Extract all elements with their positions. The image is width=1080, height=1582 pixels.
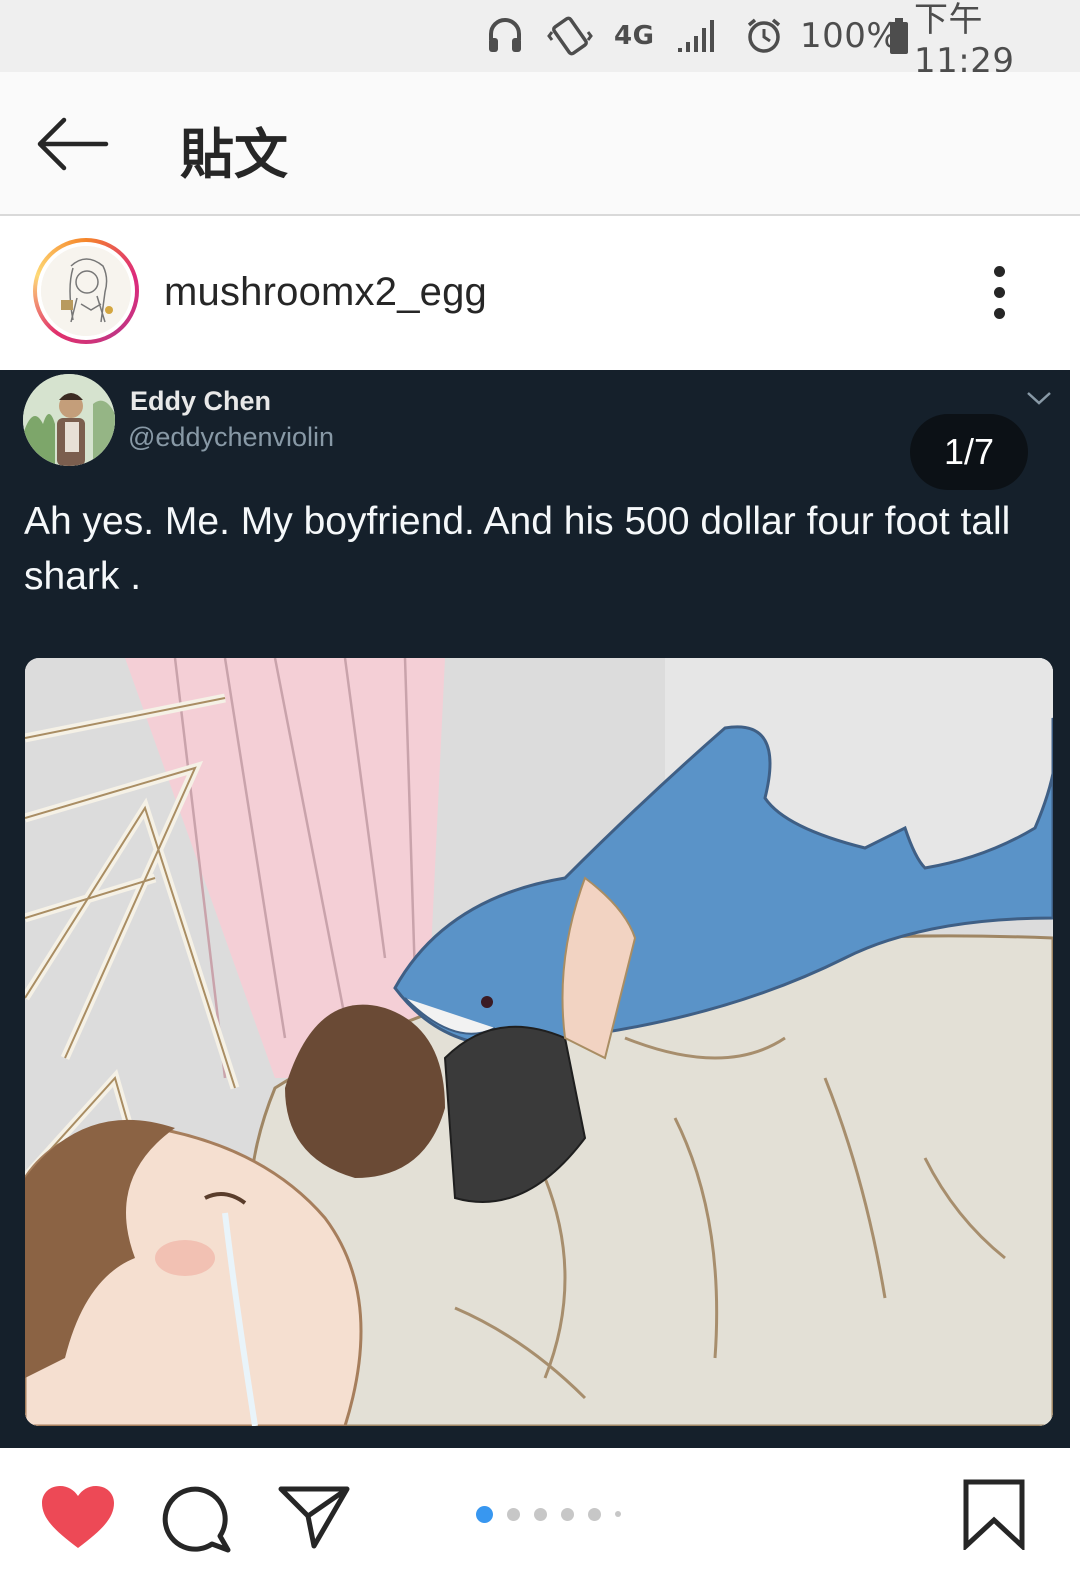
tweet-text: Ah yes. Me. My boyfriend. And his 500 do… (24, 500, 1011, 598)
bookmark-icon (963, 1479, 1025, 1552)
tweet-author-handle: @eddychenviolin (128, 422, 335, 452)
post-username[interactable]: mushroomx2_egg (164, 270, 487, 315)
post-image[interactable]: Eddy Chen @eddychenviolin 1/7 Ah yes. Me… (0, 370, 1070, 1448)
chevron-down-icon (1027, 392, 1051, 405)
tweet-avatar (23, 374, 115, 466)
comment-icon (162, 1486, 231, 1553)
arrow-left-icon (37, 117, 109, 171)
back-button[interactable] (34, 114, 110, 174)
carousel-dot (534, 1507, 547, 1521)
app-bar: 貼文 (0, 72, 1080, 216)
more-options-button[interactable] (988, 266, 1010, 320)
carousel-counter: 1/7 (910, 414, 1028, 490)
share-button[interactable] (278, 1484, 350, 1555)
tweet-author-name: Eddy Chen (130, 386, 272, 416)
tweet-illustration (25, 658, 1053, 1426)
comment-button[interactable] (162, 1484, 232, 1559)
more-vertical-icon (993, 266, 1005, 277)
status-bar: 4G 100% 下午11:29 (0, 0, 1080, 81)
alarm-icon (744, 14, 784, 58)
battery-icon (888, 14, 910, 58)
signal-icon (676, 14, 718, 58)
heart-filled-icon (42, 1486, 114, 1548)
save-button[interactable] (962, 1478, 1026, 1555)
carousel-dot (561, 1507, 574, 1521)
headset-icon (486, 14, 524, 58)
clock: 下午11:29 (914, 0, 1015, 81)
vibrate-icon (546, 14, 594, 58)
carousel-dot (476, 1505, 493, 1523)
page-title: 貼文 (180, 123, 288, 186)
carousel-dot (588, 1507, 601, 1521)
carousel-indicator (476, 1504, 635, 1524)
network-4g-icon: 4G (614, 21, 655, 51)
avatar[interactable] (33, 238, 139, 344)
post-header: mushroomx2_egg (0, 216, 1080, 370)
carousel-dot (615, 1511, 621, 1517)
carousel-dot (507, 1507, 520, 1521)
battery-level: 100% (800, 16, 900, 56)
post-actions (0, 1448, 1080, 1582)
like-button[interactable] (40, 1484, 116, 1555)
paper-plane-icon (278, 1486, 350, 1549)
